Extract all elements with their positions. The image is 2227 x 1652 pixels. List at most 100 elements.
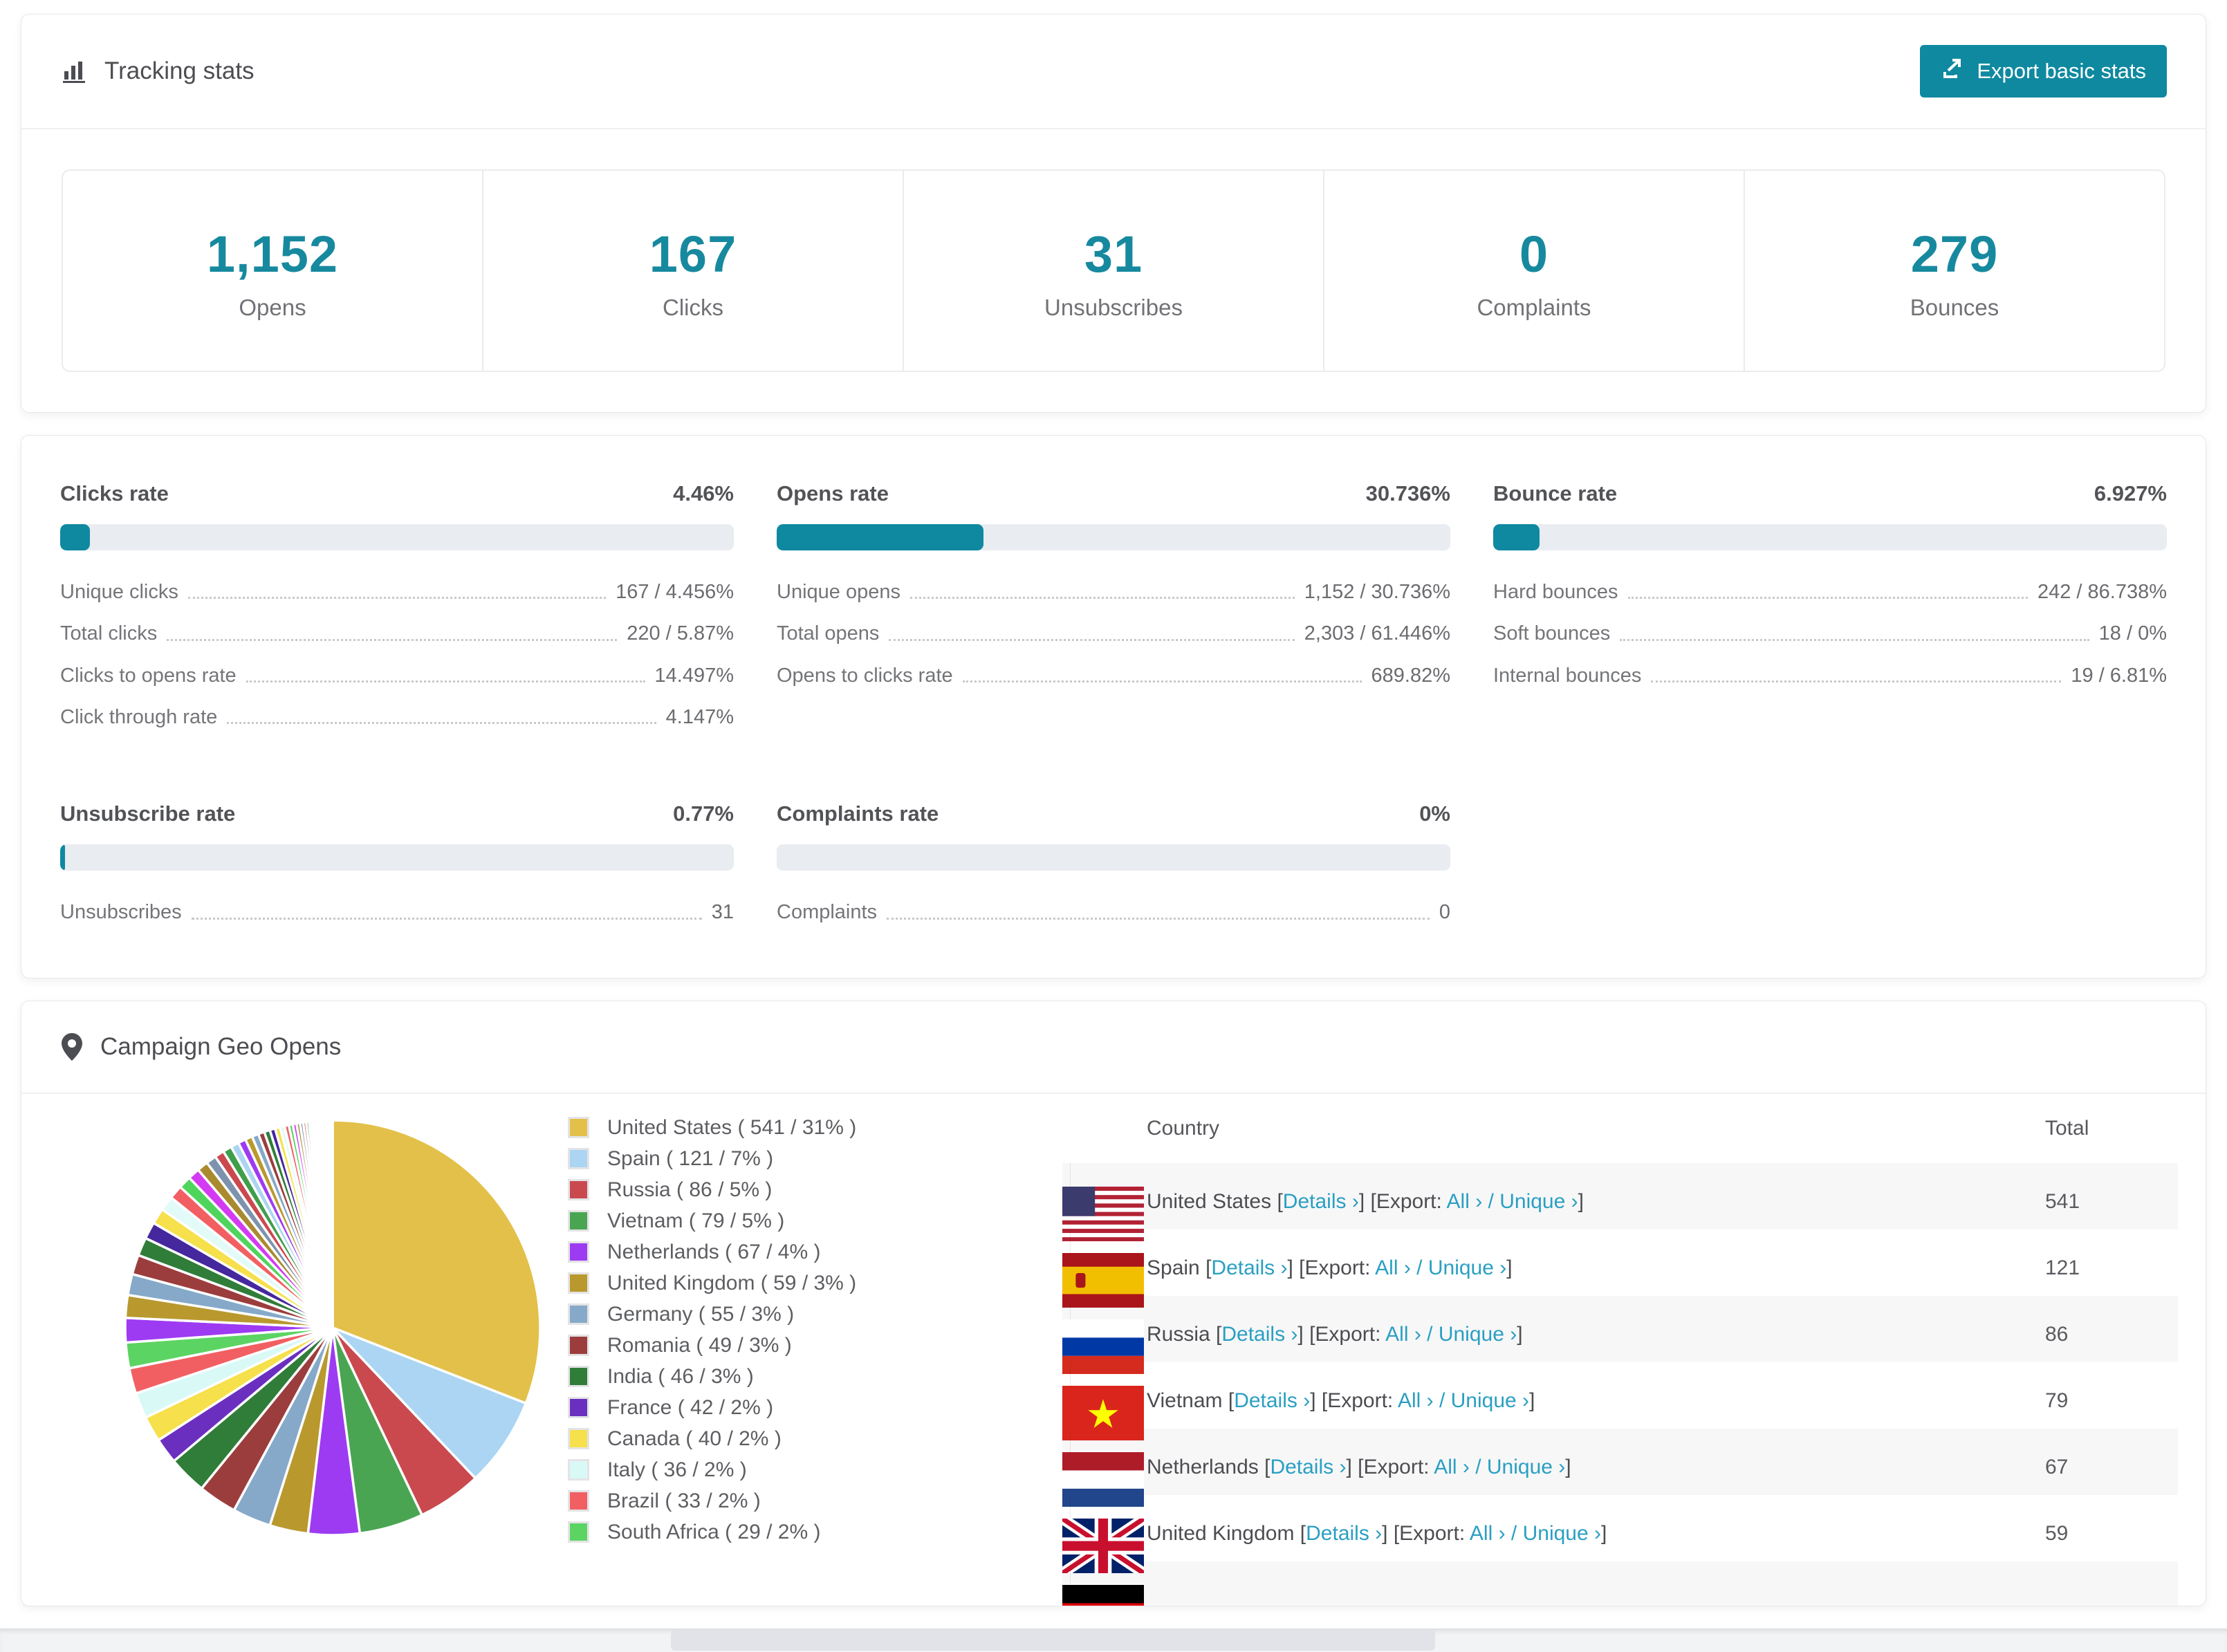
legend-label: Russia ( 86 / 5% ) bbox=[607, 1178, 773, 1201]
details-link[interactable]: Details › bbox=[1211, 1256, 1287, 1279]
export-unique-link[interactable]: Unique › bbox=[1487, 1456, 1565, 1478]
legend-label: Germany ( 55 / 3% ) bbox=[607, 1302, 795, 1326]
rate-block: Complaints rate 0% Complaints 0 bbox=[777, 801, 1450, 943]
summary-stat-box: 31 Unsubscribes bbox=[903, 171, 1323, 371]
rate-row-label: Total opens bbox=[777, 622, 880, 645]
rate-detail-row: Complaints 0 bbox=[777, 901, 1450, 924]
country-cell: Spain [Details ›] [Export: All › / Uniqu… bbox=[1147, 1256, 1513, 1280]
country-cell: United Kingdom [Details ›] [Export: All … bbox=[1147, 1522, 1607, 1546]
page-title: Tracking stats bbox=[104, 57, 255, 84]
rate-title: Unsubscribe rate bbox=[60, 801, 236, 826]
details-link[interactable]: Details › bbox=[1306, 1522, 1382, 1545]
country-column-header: Country bbox=[1147, 1116, 1220, 1140]
export-unique-link[interactable]: Unique › bbox=[1499, 1190, 1578, 1213]
details-link[interactable]: Details › bbox=[1283, 1190, 1359, 1213]
dotted-leader bbox=[246, 680, 645, 683]
export-unique-link[interactable]: Unique › bbox=[1523, 1522, 1601, 1545]
legend-item: Romania ( 49 / 3% ) bbox=[568, 1334, 1062, 1357]
dotted-leader bbox=[1651, 680, 2062, 683]
summary-stat-box: 1,152 Opens bbox=[63, 171, 482, 371]
export-unique-link[interactable]: Unique › bbox=[1439, 1323, 1517, 1346]
rate-row-value: 19 / 6.81% bbox=[2071, 664, 2167, 687]
rate-block: Opens rate 30.736% Unique opens 1,152 / … bbox=[777, 481, 1450, 748]
rate-detail-row: Opens to clicks rate 689.82% bbox=[777, 665, 1450, 687]
legend-swatch bbox=[568, 1179, 589, 1201]
rate-row-label: Complaints bbox=[777, 901, 878, 924]
dotted-leader bbox=[887, 917, 1430, 920]
export-all-link[interactable]: All › bbox=[1447, 1190, 1483, 1213]
stat-value: 279 bbox=[1910, 225, 1999, 283]
geo-opens-title: Campaign Geo Opens bbox=[60, 1032, 341, 1062]
rate-row-value: 18 / 0% bbox=[2098, 622, 2167, 645]
rate-progress-bar bbox=[1493, 524, 2167, 550]
legend-item: Italy ( 36 / 2% ) bbox=[568, 1458, 1062, 1482]
section-title: Campaign Geo Opens bbox=[100, 1032, 342, 1060]
geo-table-row: Netherlands [Details ›] [Export: All › /… bbox=[1062, 1428, 2178, 1507]
rate-row-label: Click through rate bbox=[60, 706, 218, 729]
legend-item: Brazil ( 33 / 2% ) bbox=[568, 1489, 1062, 1513]
dotted-leader bbox=[167, 638, 618, 641]
geo-table-row: United States [Details ›] [Export: All ›… bbox=[1062, 1162, 2178, 1241]
total-cell: 59 bbox=[2045, 1522, 2069, 1546]
rate-progress-fill bbox=[1493, 524, 1540, 550]
geo-pie-legend: United States ( 541 / 31% ) Spain ( 121 … bbox=[568, 1094, 1062, 1606]
export-basic-stats-button[interactable]: Export basic stats bbox=[1920, 45, 2167, 98]
rate-row-value: 167 / 4.456% bbox=[616, 581, 734, 603]
rate-row-value: 0 bbox=[1439, 901, 1450, 924]
legend-item: India ( 46 / 3% ) bbox=[568, 1365, 1062, 1389]
dotted-leader bbox=[191, 917, 702, 920]
rate-row-label: Unsubscribes bbox=[60, 901, 182, 924]
country-cell: Russia [Details ›] [Export: All › / Uniq… bbox=[1147, 1323, 1523, 1346]
rate-row-label: Opens to clicks rate bbox=[777, 664, 953, 687]
scrollbar-thumb[interactable] bbox=[671, 1629, 1435, 1651]
details-link[interactable]: Details › bbox=[1270, 1456, 1346, 1478]
rate-detail-row: Hard bounces 242 / 86.738% bbox=[1493, 581, 2167, 604]
geo-table-row: Vietnam [Details ›] [Export: All › / Uni… bbox=[1062, 1362, 2178, 1440]
rate-progress-bar bbox=[777, 844, 1450, 871]
legend-label: India ( 46 / 3% ) bbox=[607, 1364, 754, 1388]
export-all-link[interactable]: All › bbox=[1375, 1256, 1411, 1279]
export-all-link[interactable]: All › bbox=[1470, 1522, 1506, 1545]
export-all-link[interactable]: All › bbox=[1434, 1456, 1470, 1478]
export-unique-link[interactable]: Unique › bbox=[1428, 1256, 1506, 1279]
details-link[interactable]: Details › bbox=[1234, 1389, 1310, 1412]
legend-swatch bbox=[568, 1397, 589, 1419]
legend-label: Vietnam ( 79 / 5% ) bbox=[607, 1209, 785, 1232]
stat-label: Clicks bbox=[663, 295, 723, 320]
stat-label: Opens bbox=[239, 295, 306, 320]
rate-row-label: Clicks to opens rate bbox=[60, 664, 237, 687]
total-cell: 541 bbox=[2045, 1190, 2080, 1214]
tracking-stats-card: Tracking stats Export basic stats 1,152 … bbox=[21, 14, 2206, 413]
geo-country-table: Country Total United States [Details ›] … bbox=[1062, 1094, 2178, 1606]
legend-swatch bbox=[568, 1303, 589, 1326]
stat-label: Unsubscribes bbox=[1044, 295, 1183, 320]
bottom-scrollbar-track bbox=[0, 1628, 2227, 1652]
rate-detail-row: Internal bounces 19 / 6.81% bbox=[1493, 665, 2167, 687]
legend-item: Vietnam ( 79 / 5% ) bbox=[568, 1209, 1062, 1233]
rate-headline-value: 30.736% bbox=[1365, 481, 1450, 505]
export-all-link[interactable]: All › bbox=[1398, 1389, 1434, 1412]
details-link[interactable]: Details › bbox=[1221, 1323, 1297, 1346]
export-all-link[interactable]: All › bbox=[1385, 1323, 1421, 1346]
bar-chart-icon bbox=[60, 57, 88, 85]
rate-detail-row: Clicks to opens rate 14.497% bbox=[60, 665, 734, 687]
rate-row-value: 2,303 / 61.446% bbox=[1304, 622, 1450, 645]
legend-swatch bbox=[568, 1117, 589, 1139]
country-flag-icon bbox=[1062, 1584, 1144, 1606]
legend-swatch bbox=[568, 1272, 589, 1294]
export-unique-link[interactable]: Unique › bbox=[1451, 1389, 1529, 1412]
geo-table-row: United Kingdom [Details ›] [Export: All … bbox=[1062, 1495, 2178, 1573]
rate-row-label: Hard bounces bbox=[1493, 581, 1618, 603]
rate-progress-fill bbox=[777, 524, 984, 550]
summary-stat-box: 279 Bounces bbox=[1744, 171, 2164, 371]
legend-item: Netherlands ( 67 / 4% ) bbox=[568, 1241, 1062, 1264]
rate-progress-fill bbox=[60, 844, 66, 871]
stat-value: 167 bbox=[649, 225, 737, 283]
geo-opens-header: Campaign Geo Opens bbox=[21, 1001, 2206, 1094]
rate-row-value: 220 / 5.87% bbox=[627, 622, 734, 645]
summary-stat-box: 167 Clicks bbox=[482, 171, 903, 371]
dotted-leader bbox=[909, 597, 1295, 600]
dotted-leader bbox=[962, 680, 1362, 683]
stat-label: Bounces bbox=[1910, 295, 1999, 320]
rate-block: Bounce rate 6.927% Hard bounces 242 / 86… bbox=[1493, 481, 2167, 748]
